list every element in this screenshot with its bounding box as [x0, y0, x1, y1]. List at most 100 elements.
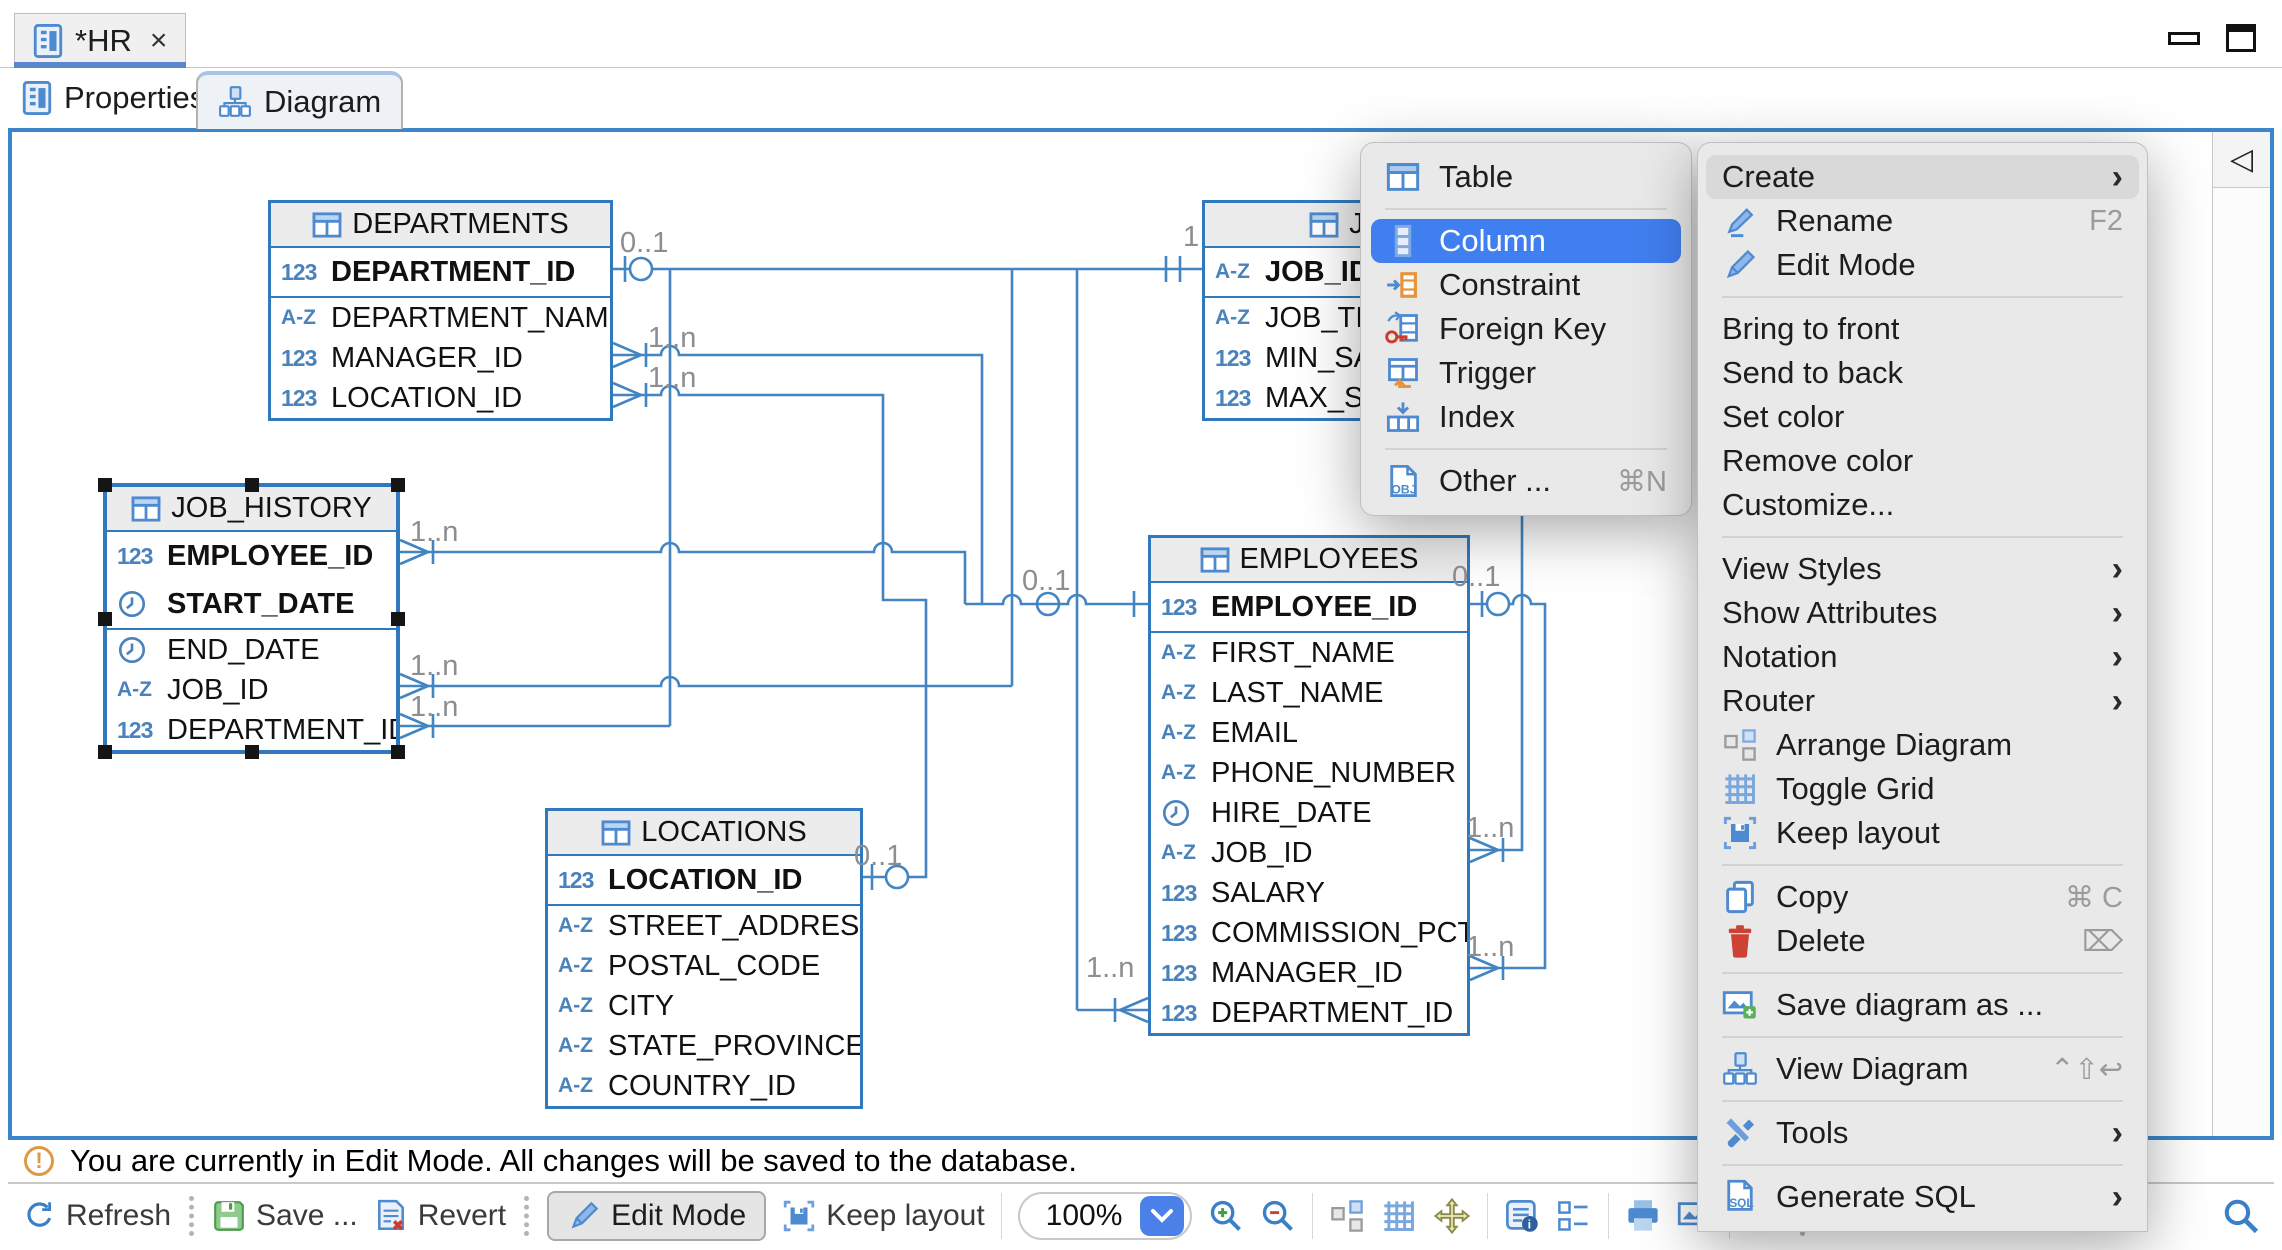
column-row-department_name[interactable]: A-ZDEPARTMENT_NAME: [271, 298, 610, 338]
tab-diagram[interactable]: Diagram: [196, 71, 403, 129]
menu-item-column[interactable]: Column: [1371, 219, 1681, 263]
column-row-email[interactable]: A-ZEMAIL: [1151, 713, 1467, 753]
column-row-postal_code[interactable]: A-ZPOSTAL_CODE: [548, 946, 860, 986]
column-row-hire_date[interactable]: HIRE_DATE: [1151, 793, 1467, 833]
column-row-first_name[interactable]: A-ZFIRST_NAME: [1151, 633, 1467, 673]
entity-header[interactable]: LOCATIONS: [548, 811, 860, 856]
column-row-location_id[interactable]: 123LOCATION_ID: [271, 378, 610, 418]
collapse-palette-button[interactable]: ◁: [2213, 132, 2270, 188]
maximize-icon[interactable]: [2226, 24, 2256, 52]
menu-item-show-attributes[interactable]: Show Attributes›: [1698, 591, 2147, 635]
column-name: LOCATION_ID: [331, 382, 522, 415]
diagram-info-button[interactable]: i: [1504, 1198, 1540, 1234]
menu-item-customize[interactable]: Customize...: [1698, 483, 2147, 527]
revert-button[interactable]: Revert: [374, 1199, 506, 1233]
svg-text:OBJ: OBJ: [1391, 482, 1417, 496]
column-row-state_province[interactable]: A-ZSTATE_PROVINCE: [548, 1026, 860, 1066]
column-row-job_id[interactable]: A-ZJOB_ID: [1151, 833, 1467, 873]
column-row-manager_id[interactable]: 123MANAGER_ID: [271, 338, 610, 378]
menu-item-foreign-key[interactable]: Foreign Key: [1361, 307, 1691, 351]
show-attributes-button[interactable]: [1556, 1198, 1592, 1234]
menu-item-rename[interactable]: RenameF2: [1698, 199, 2147, 243]
zoom-level-select[interactable]: 100%: [1018, 1192, 1193, 1240]
entity-departments[interactable]: DEPARTMENTS123DEPARTMENT_IDA-ZDEPARTMENT…: [268, 200, 613, 421]
menu-item-view-diagram[interactable]: View Diagram⌃⇧↩: [1698, 1047, 2147, 1091]
selection-handle[interactable]: [391, 612, 405, 626]
chevron-down-icon[interactable]: [1140, 1196, 1184, 1236]
selection-handle[interactable]: [98, 478, 112, 492]
menu-item-toggle-grid[interactable]: Toggle Grid: [1698, 767, 2147, 811]
search-button[interactable]: [2222, 1197, 2260, 1235]
selection-handle[interactable]: [391, 745, 405, 759]
menu-item-edit-mode[interactable]: Edit Mode: [1698, 243, 2147, 287]
menu-item-constraint[interactable]: Constraint: [1361, 263, 1691, 307]
entity-job_history[interactable]: JOB_HISTORY123EMPLOYEE_IDSTART_DATEEND_D…: [103, 483, 400, 754]
column-row-job_id[interactable]: A-ZJOB_ID: [107, 670, 396, 710]
menu-item-other[interactable]: OBJOther ...⌘N: [1361, 459, 1691, 503]
column-row-last_name[interactable]: A-ZLAST_NAME: [1151, 673, 1467, 713]
column-row-end_date[interactable]: END_DATE: [107, 630, 396, 670]
selection-handle[interactable]: [98, 745, 112, 759]
menu-item-label: Bring to front: [1722, 311, 1899, 347]
column-row-department_id[interactable]: 123DEPARTMENT_ID: [107, 710, 396, 750]
entity-header[interactable]: JOB_HISTORY: [107, 487, 396, 532]
column-name: DEPARTMENT_ID: [1211, 997, 1453, 1030]
entity-locations[interactable]: LOCATIONS123LOCATION_IDA-ZSTREET_ADDRESS…: [545, 808, 863, 1109]
pan-move-button[interactable]: [1433, 1197, 1471, 1235]
menu-item-router[interactable]: Router›: [1698, 679, 2147, 723]
menu-item-copy[interactable]: Copy⌘ C: [1698, 875, 2147, 919]
edit-mode-toggle[interactable]: Edit Mode: [547, 1191, 766, 1241]
menu-item-trigger[interactable]: Trigger: [1361, 351, 1691, 395]
column-row-city[interactable]: A-ZCITY: [548, 986, 860, 1026]
menu-item-index[interactable]: Index: [1361, 395, 1691, 439]
menu-item-create[interactable]: Create›: [1706, 155, 2139, 199]
column-row-department_id[interactable]: 123DEPARTMENT_ID: [1151, 993, 1467, 1033]
menu-item-keep-layout[interactable]: Keep layout: [1698, 811, 2147, 855]
column-row-manager_id[interactable]: 123MANAGER_ID: [1151, 953, 1467, 993]
column-name: STREET_ADDRESS: [608, 910, 860, 943]
keep-layout-button[interactable]: Keep layout: [782, 1199, 984, 1233]
svg-text:i: i: [1528, 1217, 1531, 1231]
print-button[interactable]: [1625, 1198, 1661, 1234]
menu-item-save-diagram-as[interactable]: Save diagram as ...: [1698, 983, 2147, 1027]
menu-item-table[interactable]: Table: [1361, 155, 1691, 199]
column-row-employee_id[interactable]: 123EMPLOYEE_ID: [107, 532, 396, 580]
selection-handle[interactable]: [98, 612, 112, 626]
menu-item-notation[interactable]: Notation›: [1698, 635, 2147, 679]
column-row-salary[interactable]: 123SALARY: [1151, 873, 1467, 913]
column-row-start_date[interactable]: START_DATE: [107, 580, 396, 628]
menu-item-arrange-diagram[interactable]: Arrange Diagram: [1698, 723, 2147, 767]
column-row-country_id[interactable]: A-ZCOUNTRY_ID: [548, 1066, 860, 1106]
column-row-employee_id[interactable]: 123EMPLOYEE_ID: [1151, 583, 1467, 631]
entity-header[interactable]: EMPLOYEES: [1151, 538, 1467, 583]
menu-item-bring-to-front[interactable]: Bring to front: [1698, 307, 2147, 351]
column-row-department_id[interactable]: 123DEPARTMENT_ID: [271, 248, 610, 296]
save-button[interactable]: Save ...: [212, 1199, 358, 1233]
zoom-out-button[interactable]: [1260, 1198, 1296, 1234]
selection-handle[interactable]: [245, 478, 259, 492]
menu-item-tools[interactable]: Tools›: [1698, 1111, 2147, 1155]
selection-handle[interactable]: [245, 745, 259, 759]
menu-item-set-color[interactable]: Set color: [1698, 395, 2147, 439]
arrange-diagram-button[interactable]: [1329, 1198, 1365, 1234]
menu-item-send-to-back[interactable]: Send to back: [1698, 351, 2147, 395]
column-row-street_address[interactable]: A-ZSTREET_ADDRESS: [548, 906, 860, 946]
toggle-grid-button[interactable]: [1381, 1198, 1417, 1234]
column-row-commission_pct[interactable]: 123COMMISSION_PCT: [1151, 913, 1467, 953]
close-icon[interactable]: ×: [150, 24, 168, 58]
selection-handle[interactable]: [391, 478, 405, 492]
entity-employees[interactable]: EMPLOYEES123EMPLOYEE_IDA-ZFIRST_NAMEA-ZL…: [1148, 535, 1470, 1036]
menu-item-remove-color[interactable]: Remove color: [1698, 439, 2147, 483]
entity-header[interactable]: DEPARTMENTS: [271, 203, 610, 248]
column-row-phone_number[interactable]: A-ZPHONE_NUMBER: [1151, 753, 1467, 793]
refresh-button[interactable]: Refresh: [22, 1199, 171, 1233]
tab-properties[interactable]: Properties: [22, 68, 205, 128]
editor-tab-hr[interactable]: *HR ×: [14, 13, 186, 68]
menu-separator: [1722, 1164, 2123, 1166]
minimize-icon[interactable]: [2168, 32, 2200, 45]
menu-item-delete[interactable]: Delete⌦: [1698, 919, 2147, 963]
column-row-location_id[interactable]: 123LOCATION_ID: [548, 856, 860, 904]
zoom-in-button[interactable]: [1208, 1198, 1244, 1234]
menu-item-view-styles[interactable]: View Styles›: [1698, 547, 2147, 591]
menu-item-generate-sql[interactable]: SQLGenerate SQL›: [1698, 1175, 2147, 1219]
